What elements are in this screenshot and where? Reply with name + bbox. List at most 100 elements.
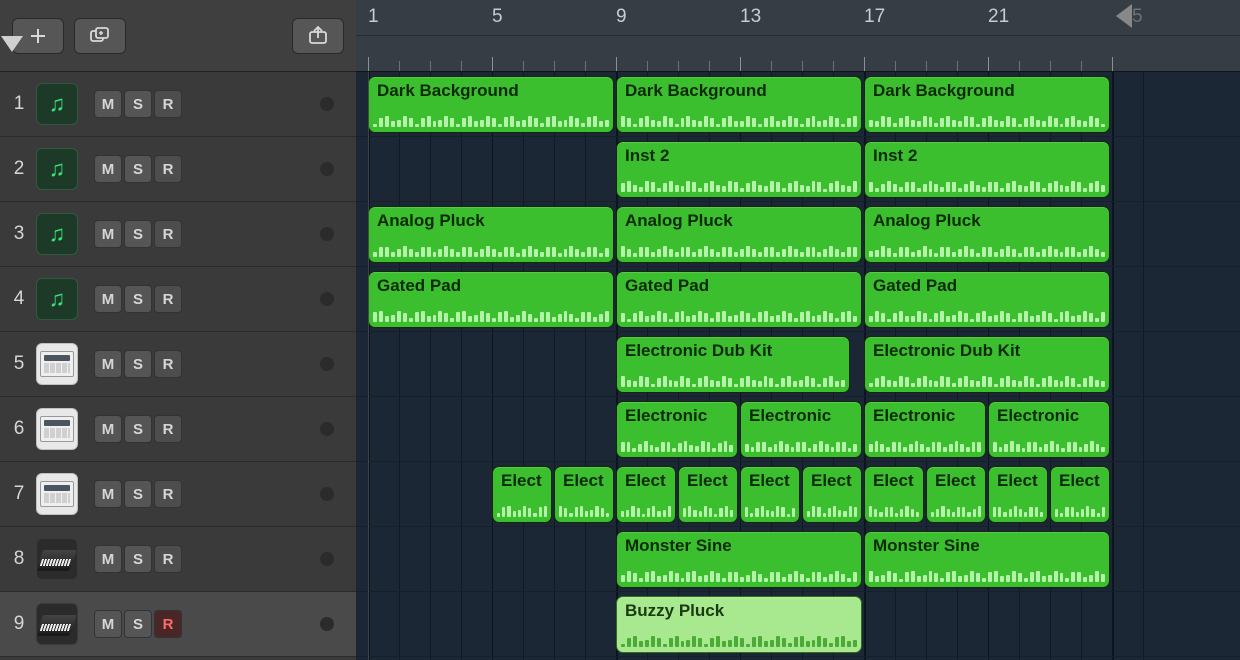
- playhead[interactable]: [1, 36, 23, 52]
- drum-machine-icon[interactable]: [36, 473, 78, 515]
- track-header-6[interactable]: 6 MSR: [0, 397, 356, 462]
- track-number: 6: [10, 418, 28, 440]
- share-button[interactable]: [292, 18, 344, 54]
- keyboard-icon[interactable]: [36, 538, 78, 580]
- region-waveform: [807, 503, 857, 517]
- mute-button[interactable]: M: [94, 155, 122, 183]
- region[interactable]: Dark Background: [368, 76, 614, 133]
- solo-button[interactable]: S: [124, 350, 152, 378]
- region[interactable]: Electronic: [864, 401, 986, 458]
- track-header-4[interactable]: 4♫MSR: [0, 267, 356, 332]
- region[interactable]: Elect: [492, 466, 552, 523]
- solo-button[interactable]: S: [124, 285, 152, 313]
- region-waveform: [869, 113, 1105, 127]
- input-monitor-dot: [320, 357, 334, 371]
- share-up-icon: [306, 26, 330, 46]
- region-waveform: [373, 308, 609, 322]
- region[interactable]: Analog Pluck: [368, 206, 614, 263]
- mute-button[interactable]: M: [94, 610, 122, 638]
- ruler-tick: [523, 61, 524, 71]
- region[interactable]: Dark Background: [616, 76, 862, 133]
- region-waveform: [621, 503, 671, 517]
- track-header-3[interactable]: 3♫MSR: [0, 202, 356, 267]
- region-waveform: [621, 178, 857, 192]
- region[interactable]: Dark Background: [864, 76, 1110, 133]
- track-header-5[interactable]: 5MSR: [0, 332, 356, 397]
- track-header-8[interactable]: 8MSR: [0, 527, 356, 592]
- software-instrument-icon[interactable]: ♫: [36, 148, 78, 190]
- ruler-marker: 13: [740, 6, 761, 28]
- record-button[interactable]: R: [154, 610, 182, 638]
- track-header-9[interactable]: 9MSR: [0, 592, 356, 657]
- solo-button[interactable]: S: [124, 90, 152, 118]
- solo-button[interactable]: S: [124, 155, 152, 183]
- duplicate-track-button[interactable]: [74, 18, 126, 54]
- region[interactable]: Gated Pad: [864, 271, 1110, 328]
- region-waveform: [621, 113, 857, 127]
- region-waveform: [993, 503, 1043, 517]
- region[interactable]: Electronic Dub Kit: [864, 336, 1110, 393]
- record-button[interactable]: R: [154, 90, 182, 118]
- record-button[interactable]: R: [154, 350, 182, 378]
- region[interactable]: Elect: [740, 466, 800, 523]
- region[interactable]: Inst 2: [616, 141, 862, 198]
- region[interactable]: Elect: [616, 466, 676, 523]
- region[interactable]: Analog Pluck: [864, 206, 1110, 263]
- software-instrument-icon[interactable]: ♫: [36, 83, 78, 125]
- region[interactable]: Analog Pluck: [616, 206, 862, 263]
- record-button[interactable]: R: [154, 285, 182, 313]
- solo-button[interactable]: S: [124, 415, 152, 443]
- region[interactable]: Elect: [802, 466, 862, 523]
- region[interactable]: Elect: [554, 466, 614, 523]
- drum-machine-icon[interactable]: [36, 343, 78, 385]
- region[interactable]: Buzzy Pluck: [616, 596, 862, 653]
- ruler-marker: 1: [368, 6, 379, 28]
- region[interactable]: Elect: [864, 466, 924, 523]
- region[interactable]: Gated Pad: [616, 271, 862, 328]
- ruler-marker: 21: [988, 6, 1009, 28]
- mute-button[interactable]: M: [94, 545, 122, 573]
- region-label: Gated Pad: [873, 276, 1103, 296]
- record-button[interactable]: R: [154, 220, 182, 248]
- mute-button[interactable]: M: [94, 415, 122, 443]
- region[interactable]: Elect: [1050, 466, 1110, 523]
- region[interactable]: Electronic: [616, 401, 738, 458]
- region[interactable]: Monster Sine: [616, 531, 862, 588]
- software-instrument-icon[interactable]: ♫: [36, 278, 78, 320]
- record-button[interactable]: R: [154, 155, 182, 183]
- region[interactable]: Elect: [678, 466, 738, 523]
- region[interactable]: Electronic: [740, 401, 862, 458]
- software-instrument-icon[interactable]: ♫: [36, 213, 78, 255]
- region[interactable]: Gated Pad: [368, 271, 614, 328]
- mute-button[interactable]: M: [94, 480, 122, 508]
- region[interactable]: Elect: [926, 466, 986, 523]
- solo-button[interactable]: S: [124, 220, 152, 248]
- record-button[interactable]: R: [154, 545, 182, 573]
- region-label: Elect: [687, 471, 731, 491]
- mute-button[interactable]: M: [94, 350, 122, 378]
- region[interactable]: Elect: [988, 466, 1048, 523]
- solo-button[interactable]: S: [124, 545, 152, 573]
- track-header-2[interactable]: 2♫MSR: [0, 137, 356, 202]
- region[interactable]: Electronic Dub Kit: [616, 336, 850, 393]
- solo-button[interactable]: S: [124, 480, 152, 508]
- record-button[interactable]: R: [154, 480, 182, 508]
- arrangement-area[interactable]: Dark BackgroundDark BackgroundDark Backg…: [356, 72, 1240, 660]
- record-button[interactable]: R: [154, 415, 182, 443]
- keyboard-icon[interactable]: [36, 603, 78, 645]
- track-header-1[interactable]: 1♫MSR: [0, 72, 356, 137]
- region[interactable]: Inst 2: [864, 141, 1110, 198]
- timeline-ruler[interactable]: 1591317215: [356, 0, 1240, 72]
- region-label: Elect: [749, 471, 793, 491]
- region-label: Inst 2: [873, 146, 1103, 166]
- song-end-marker[interactable]: [1116, 4, 1132, 28]
- mute-button[interactable]: M: [94, 285, 122, 313]
- region[interactable]: Electronic: [988, 401, 1110, 458]
- drum-machine-icon[interactable]: [36, 408, 78, 450]
- region-label: Dark Background: [377, 81, 607, 101]
- mute-button[interactable]: M: [94, 220, 122, 248]
- track-header-7[interactable]: 7MSR: [0, 462, 356, 527]
- solo-button[interactable]: S: [124, 610, 152, 638]
- region[interactable]: Monster Sine: [864, 531, 1110, 588]
- mute-button[interactable]: M: [94, 90, 122, 118]
